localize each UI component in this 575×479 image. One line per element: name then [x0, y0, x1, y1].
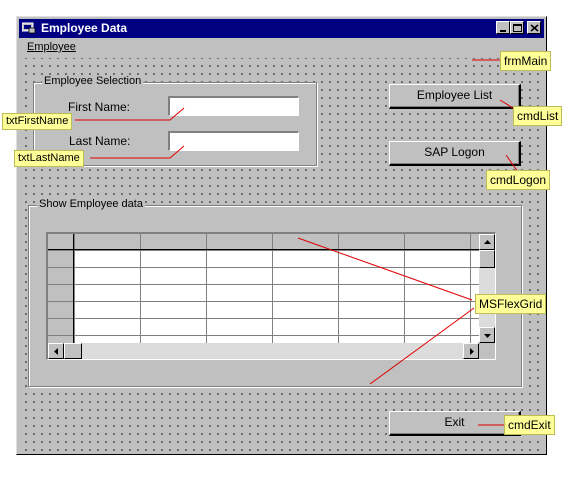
annotation-txtfirstname: txtFirstName — [2, 113, 73, 130]
annotation-cmdlogon: cmdLogon — [486, 170, 551, 190]
msflexgrid-leader-bottom — [369, 307, 475, 385]
annotation-cmdexit: cmdExit — [504, 415, 555, 435]
txtlastname-leader — [90, 145, 185, 159]
annotation-txtlastname: txtLastName — [14, 150, 84, 167]
annotation-frmmain: frmMain — [500, 51, 552, 71]
annotation-msflexgrid: MSFlexGrid — [475, 294, 547, 314]
annotation-lines — [75, 59, 519, 426]
msflexgrid-leader-top — [297, 237, 473, 301]
txtfirstname-leader — [75, 107, 185, 121]
annotation-cmdlist: cmdList — [513, 106, 563, 126]
